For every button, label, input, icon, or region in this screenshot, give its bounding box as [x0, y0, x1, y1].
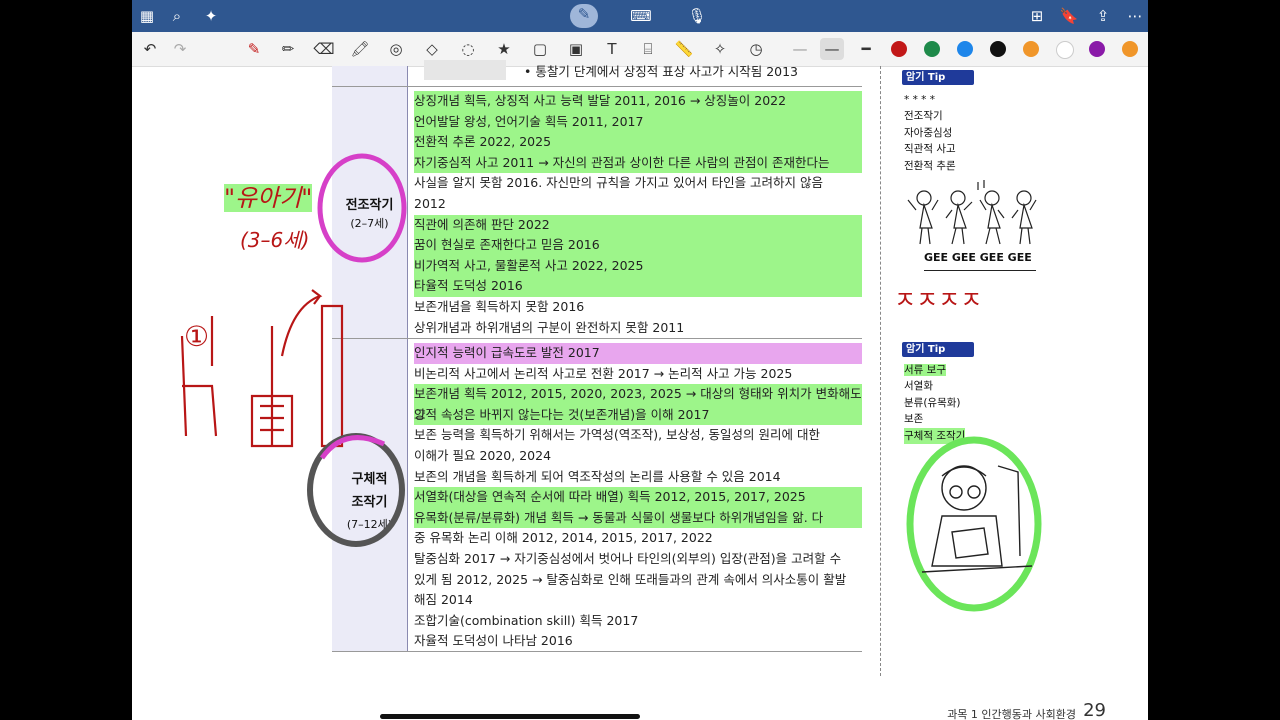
shapes-icon[interactable]: ◇	[420, 38, 444, 60]
handwritten-number: ①	[184, 320, 210, 353]
list-item: 조합기술(combination skill) 획득 2017	[414, 612, 639, 628]
tip2-head: 서류 보구	[904, 362, 946, 379]
text-tool-icon[interactable]: T	[600, 38, 624, 60]
list-item: 서열화(대상을 연속적 순서에 따라 배열) 획득 2012, 2015, 20…	[414, 487, 862, 508]
color-swatch-blue[interactable]	[957, 41, 973, 57]
tip-line: 분류(유목화)	[904, 396, 961, 409]
list-item: 전환적 추론 2022, 2025	[414, 132, 862, 153]
handwritten-yuagi: "유아기"	[224, 178, 313, 213]
list-item: 유목화(분류/분류화) 개념 획득 → 동물과 식물이 생물보다 하위개념임을 …	[414, 507, 862, 529]
pen-mode-icon[interactable]: ✎	[570, 4, 598, 28]
more-icon[interactable]: ⋯	[1124, 6, 1146, 26]
color-swatch-purple[interactable]	[1089, 41, 1105, 57]
list-item: 비논리적 사고에서 논리적 사고로 전환 2017 → 논리적 사고 가능 20…	[414, 365, 793, 381]
pencil-tool-icon[interactable]: ✏	[276, 38, 300, 60]
purple-circle-mark	[317, 153, 407, 263]
circle-mark	[307, 433, 405, 547]
sticker-icon[interactable]: ★	[492, 38, 516, 60]
list-item: 중 유목화 논리 이해 2012, 2014, 2015, 2017, 2022	[414, 530, 713, 546]
note-page[interactable]: • 통찰기 단계에서 상징적 표상 사고가 시작됨 2013 전조작기 (2–7…	[132, 60, 1148, 720]
share-icon[interactable]: ⇪	[1092, 6, 1114, 26]
color-swatch-white[interactable]	[1056, 41, 1074, 59]
list-item: 해짐 2014	[414, 592, 473, 608]
timer-icon[interactable]: ◷	[744, 38, 768, 60]
page-number: 29	[1083, 700, 1106, 720]
grid-icon[interactable]: ▦	[136, 6, 158, 26]
redo-icon[interactable]: ↷	[168, 38, 192, 60]
handwritten-marks: ㅈㅈㅈㅈ	[894, 286, 983, 314]
list-item: 이해가 필요 2020, 2024	[414, 448, 552, 463]
list-item: 양적 속성은 바뀌지 않는다는 것(보존개념)을 이해 2017	[414, 406, 710, 422]
lasso-icon[interactable]: ◌	[456, 38, 480, 60]
list-item: 보존 능력을 획득하기 위해서는 가역성(역조작), 보상성, 동일성의 원리에…	[414, 427, 820, 443]
bookmark-icon[interactable]: 🔖	[1058, 6, 1080, 26]
list-item: 자율적 도덕성이 나타남 2016	[414, 633, 573, 649]
color-swatch-red[interactable]	[891, 41, 907, 57]
list-item: 사실을 알지 못함 2016. 자신만의 규칙을 가지고 있어서 타인을 고려하…	[414, 175, 824, 191]
pen-tool-icon[interactable]: ✎	[242, 38, 266, 60]
laser-icon[interactable]: ✧	[708, 38, 732, 60]
list-item: 보존의 개념을 획득하게 되어 역조작성의 논리를 사용할 수 있음 2014	[414, 468, 781, 484]
row-divider	[332, 86, 862, 87]
tip-line: 자아중심성	[904, 126, 953, 139]
highlighter-tool-icon[interactable]: 🖍	[348, 38, 372, 60]
tip-stars: * * * *	[904, 94, 936, 106]
search-icon[interactable]: ⌕	[166, 6, 188, 26]
memory-tip-badge: 암기 Tip	[902, 70, 974, 85]
color-swatch-orange[interactable]	[1023, 41, 1039, 57]
top-bar: ▦ ⌕ ✦ ✎ ⌨ 🎙 ⊞ 🔖 ⇪ ⋯	[132, 0, 1148, 32]
image-icon[interactable]: ▣	[564, 38, 588, 60]
dancing-girls-illustration	[907, 180, 1037, 245]
list-item: 타율적 도덕성 2016	[414, 276, 862, 297]
list-item: 비가역적 사고, 물활론적 사고 2022, 2025	[414, 255, 862, 277]
handwritten-yuagi-text: "유아기"	[224, 184, 313, 212]
list-item: 있게 됨 2012, 2025 → 탈중심화로 인해 또래들과의 관계 속에서 …	[414, 571, 847, 587]
tip-line: 보존	[904, 413, 924, 425]
color-swatch-green[interactable]	[924, 41, 940, 57]
magic-icon[interactable]: ✦	[200, 6, 222, 26]
microphone-icon[interactable]: 🎙	[686, 6, 708, 26]
list-item: 보존개념을 획득하지 못함 2016	[414, 299, 585, 314]
caption-underline	[924, 270, 1036, 271]
ruler-icon[interactable]: 📏	[672, 38, 696, 60]
boy-reading-illustration	[906, 436, 1042, 612]
list-item: 상위개념과 하위개념의 구분이 완전하지 못함 2011	[414, 319, 685, 335]
shape-tool-icon[interactable]: ◎	[384, 38, 408, 60]
footer-text: 과목 1 인간행동과 사회환경	[947, 708, 1076, 720]
tip1-list: 전조작기 자아중심성 직관적 사고 전환적 추론	[904, 108, 956, 174]
memory-tip-badge-2: 암기 Tip	[902, 342, 974, 357]
sidebar-divider	[880, 66, 882, 676]
list-item: 상징개념 획득, 상징적 사고 능력 발달 2011, 2016 → 상징놀이 …	[414, 91, 862, 112]
thick-stroke-icon[interactable]: ━	[854, 38, 878, 60]
list-item: 언어발달 왕성, 언어기술 획득 2011, 2017	[414, 111, 862, 133]
illustration-caption: GEE GEE GEE GEE	[924, 251, 1032, 264]
list-item: 꿈이 현실로 존재한다고 믿음 2016	[414, 235, 862, 256]
tip-line: 서열화	[904, 380, 933, 392]
app-screen: ▦ ⌕ ✦ ✎ ⌨ 🎙 ⊞ 🔖 ⇪ ⋯ ↶ ↷ ✎ ✏ ⌫ 🖍 ◎ ◇ ◌ ★ …	[132, 0, 1148, 720]
tip2-list: 서열화 분류(유목화) 보존 구체적 조작기	[904, 378, 966, 444]
scan-icon[interactable]: ⌸	[636, 38, 660, 60]
thin-stroke-icon[interactable]: —	[788, 38, 812, 60]
list-item: 자기중심적 사고 2011 → 자신의 관점과 상이한 다른 사람의 관점이 존…	[414, 152, 862, 174]
color-swatch-black[interactable]	[990, 41, 1006, 57]
undo-icon[interactable]: ↶	[138, 38, 162, 60]
list-item: 직관에 의존해 판단 2022	[414, 214, 862, 236]
list-item: 2012	[414, 196, 446, 211]
add-page-icon[interactable]: ⊞	[1026, 6, 1048, 26]
top-table-cell	[424, 60, 506, 80]
keyboard-icon[interactable]: ⌨	[630, 6, 652, 26]
list-item: 탈중심화 2017 → 자기중심성에서 벗어나 타인의(외부의) 입장(관점)을…	[414, 551, 842, 566]
tip2-head-text: 서류 보구	[904, 364, 946, 376]
tip-line: 전조작기	[904, 110, 943, 122]
row-divider	[332, 338, 862, 339]
medium-stroke-icon[interactable]: —	[820, 38, 844, 60]
tip-line: 전환적 추론	[904, 159, 956, 172]
home-indicator[interactable]	[380, 714, 640, 719]
list-item: 인지적 능력이 급속도로 발전 2017	[414, 343, 862, 364]
eraser-tool-icon[interactable]: ⌫	[312, 38, 336, 60]
element-icon[interactable]: ▢	[528, 38, 552, 60]
handwritten-age: (3–6세)	[240, 228, 310, 252]
color-swatch-orange-2[interactable]	[1122, 41, 1138, 57]
tip-line: 직관적 사고	[904, 143, 956, 155]
